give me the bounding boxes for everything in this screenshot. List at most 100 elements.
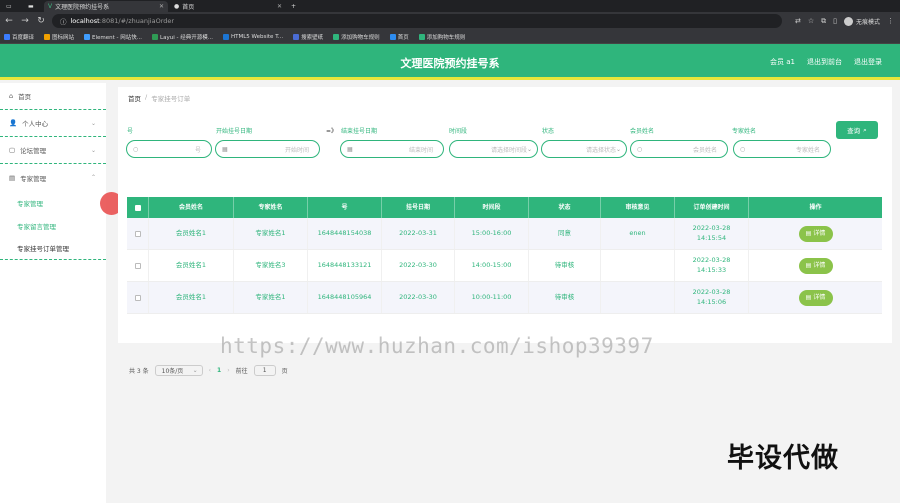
- app-header: 文理医院预约挂号系 会员 a1 退出到前台 退出登录: [0, 44, 900, 80]
- bookmark-icon: [44, 33, 51, 40]
- app-root: 文理医院预约挂号系 会员 a1 退出到前台 退出登录 ⌂ 首页 👤 个人中心 ⌄…: [0, 44, 900, 503]
- bookmark-item[interactable]: 百度翻译: [4, 33, 34, 41]
- filter-label-start-date: 开始挂号日期: [216, 128, 253, 135]
- profile-label: 无痕模式: [855, 18, 880, 26]
- calendar-icon: ▦: [222, 145, 228, 153]
- bookmarks-bar: 百度翻译 图标网站 Element - 网站快... Layui - 经典开源模…: [0, 30, 900, 44]
- breadcrumb-current: 专家挂号订单: [151, 95, 191, 103]
- vue-icon: V: [48, 3, 53, 10]
- search-button[interactable]: 查询 ⌕: [836, 121, 878, 139]
- info-icon: ⓘ: [60, 18, 67, 26]
- sidebar-item-profile[interactable]: 👤 个人中心 ⌄: [0, 110, 106, 137]
- cell-date: 2022-03-31: [382, 218, 455, 249]
- sidebar-item-forum[interactable]: ▢ 论坛管理 ⌄: [0, 137, 106, 164]
- doctor-name-input[interactable]: ○ 专家姓名: [733, 140, 831, 158]
- prev-page-icon[interactable]: ‹: [209, 367, 211, 374]
- bookmark-item[interactable]: 搜索壁纸: [293, 33, 323, 41]
- new-tab-button[interactable]: +: [287, 1, 299, 12]
- sidebar-subitem-order[interactable]: 专家挂号订单管理: [0, 237, 106, 260]
- next-page-icon[interactable]: ›: [227, 367, 229, 374]
- filter-label-doctor: 专家姓名: [732, 128, 757, 135]
- bookmark-item[interactable]: 图标网站: [44, 33, 74, 41]
- status-select[interactable]: 请选择状态 ⌄: [541, 140, 627, 158]
- incognito-icon: [843, 16, 853, 26]
- detail-button[interactable]: ▤ 详情: [798, 289, 833, 306]
- pagination: 共 3 条 10条/页 ⌄ ‹ 1 › 前往 1 页: [129, 365, 288, 376]
- tab-pinned[interactable]: ▬: [24, 1, 40, 12]
- reload-icon[interactable]: ↻: [36, 16, 46, 26]
- page-title: 文理医院预约挂号系: [400, 57, 500, 70]
- address-host: localhost: [70, 17, 100, 25]
- tab-title: 文理医院预约挂号系: [55, 4, 110, 11]
- goto-unit: 页: [281, 368, 288, 375]
- toolbar-actions: ⇄ ☆ ⧉ ▯ 无痕模式 ⋮: [795, 12, 894, 30]
- globe-icon: ●: [174, 3, 180, 10]
- close-icon[interactable]: ✕: [277, 3, 282, 10]
- sidepanel-icon[interactable]: ▯: [833, 17, 837, 25]
- sidebar-item-doctor[interactable]: ▤ 专家管理 ⌃: [0, 164, 106, 191]
- goto-page-input[interactable]: 1: [253, 365, 276, 376]
- timeslot-select[interactable]: 请选择时间段 ⌄: [449, 140, 538, 158]
- column-header: 号: [308, 197, 382, 218]
- bookmark-item[interactable]: Element - 网站快...: [84, 33, 142, 41]
- sidebar-subitem-doctor[interactable]: 专家管理: [0, 191, 106, 214]
- incognito-profile[interactable]: 无痕模式: [843, 16, 880, 26]
- forward-icon[interactable]: →: [20, 16, 30, 26]
- filter-label-member: 会员姓名: [630, 128, 655, 135]
- cell-status: 待审核: [529, 250, 601, 281]
- chevron-down-icon: ⌄: [90, 119, 96, 127]
- bookmark-item[interactable]: Layui - 经典开源模...: [152, 33, 213, 41]
- sidebar-item-home[interactable]: ⌂ 首页: [0, 83, 106, 110]
- cell-created: 2022-03-28 14:15:06: [675, 282, 749, 313]
- goto-label: 前往: [235, 368, 248, 375]
- breadcrumb: 首页 / 专家挂号订单: [128, 93, 190, 103]
- breadcrumb-home[interactable]: 首页: [128, 93, 141, 103]
- search-icon: ⌕: [863, 125, 867, 134]
- sidebar-item-label: 专家管理: [20, 174, 47, 183]
- end-date-input[interactable]: ▦ 结束时间: [340, 140, 444, 158]
- close-icon[interactable]: ✕: [159, 3, 164, 10]
- select-all-checkbox[interactable]: [134, 204, 141, 211]
- bookmark-item[interactable]: HTML5 Website T...: [222, 33, 283, 40]
- page-size-select[interactable]: 10条/页 ⌄: [154, 365, 203, 376]
- address-bar[interactable]: ⓘ localhost:8081/#/zhuanjiaOrder: [52, 14, 782, 28]
- sidebar-subitem-message[interactable]: 专家留言管理: [0, 214, 106, 237]
- start-date-input[interactable]: ▦ 开始时间: [215, 140, 320, 158]
- sidebar-item-label: 论坛管理: [20, 147, 47, 155]
- cell-date: 2022-03-30: [382, 282, 455, 313]
- doc-icon: ▤: [805, 230, 812, 237]
- tab-overview-button[interactable]: ▭: [2, 1, 22, 12]
- filter-arrow: =》: [326, 128, 338, 135]
- number-input[interactable]: ○ 号: [126, 140, 212, 158]
- tab-active[interactable]: V 文理医院预约挂号系 ✕: [44, 1, 168, 12]
- cell-created: 2022-03-28 14:15:33: [675, 250, 749, 281]
- column-header: 操作: [809, 204, 822, 211]
- extension-icon[interactable]: ⧉: [821, 17, 826, 26]
- detail-button[interactable]: ▤ 详情: [798, 225, 833, 242]
- total-count: 共 3 条: [129, 368, 149, 375]
- row-checkbox[interactable]: [134, 294, 141, 301]
- page-number[interactable]: 1: [217, 367, 221, 374]
- bookmark-item[interactable]: 添加购物车规则: [418, 33, 465, 41]
- column-header: 审核意见: [601, 197, 675, 218]
- member-name-input[interactable]: ○ 会员姓名: [630, 140, 728, 158]
- translate-icon[interactable]: ⇄: [795, 17, 801, 25]
- star-icon[interactable]: ☆: [808, 17, 814, 25]
- bookmark-icon: [4, 33, 10, 40]
- tab-home[interactable]: ● 首页 ✕: [170, 1, 286, 12]
- search-icon: ○: [637, 145, 643, 153]
- logout-link[interactable]: 退出登录: [854, 57, 882, 67]
- bookmark-item[interactable]: 首页: [389, 33, 409, 41]
- back-icon[interactable]: ←: [4, 16, 14, 26]
- row-checkbox[interactable]: [134, 230, 141, 237]
- back-to-front-link[interactable]: 退出到前台: [807, 57, 842, 67]
- filter-label-end-date: 结束挂号日期: [341, 128, 378, 135]
- bookmark-icon: [222, 33, 229, 40]
- detail-button[interactable]: ▤ 详情: [798, 257, 833, 274]
- table-header: 会员姓名 专家姓名 号 挂号日期 时间段 状态 审核意见 订单创建时间 操作: [127, 197, 882, 218]
- menu-icon[interactable]: ⋮: [887, 17, 894, 25]
- cell-review: [601, 282, 675, 313]
- bookmark-item[interactable]: 添加购物车规则: [333, 33, 380, 41]
- row-checkbox[interactable]: [134, 262, 141, 269]
- column-header: 专家姓名: [234, 197, 308, 218]
